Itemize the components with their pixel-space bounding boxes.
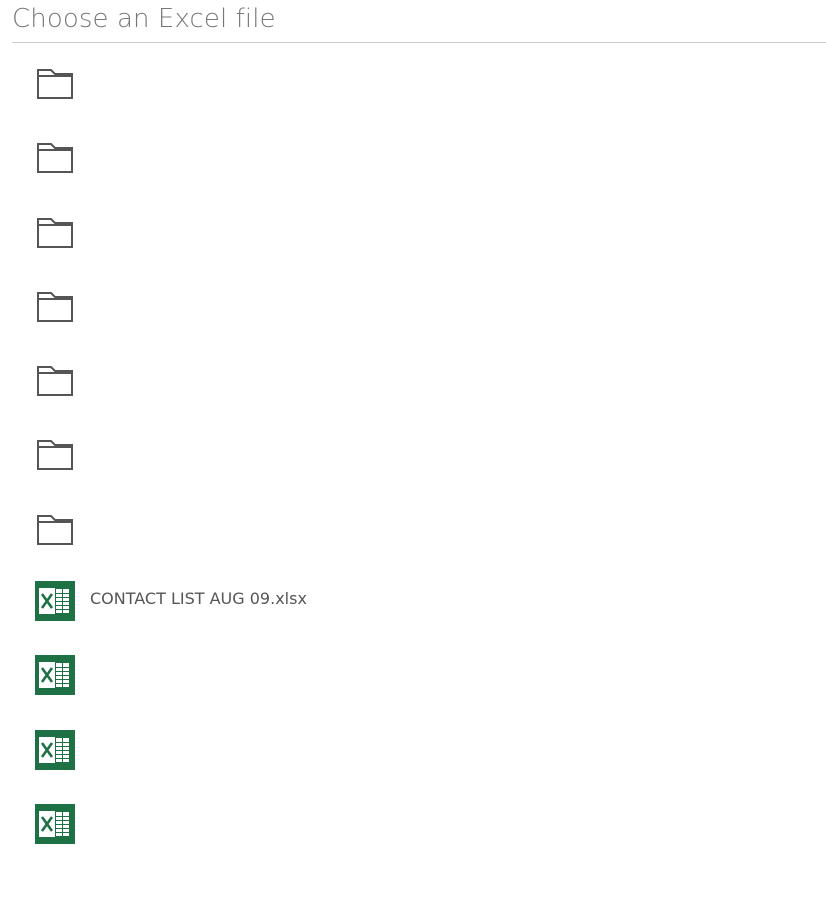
folder-icon	[34, 285, 76, 327]
excel-file-icon	[34, 654, 76, 696]
excel-file-icon	[34, 729, 76, 771]
file-list: CONTACT LIST AUG 09.xlsx	[0, 44, 826, 861]
folder-item[interactable]	[0, 118, 826, 192]
folder-item[interactable]	[0, 341, 826, 415]
folder-icon	[34, 136, 76, 178]
folder-item[interactable]	[0, 490, 826, 564]
folder-item[interactable]	[0, 44, 826, 118]
excel-file-icon	[34, 803, 76, 845]
folder-icon	[34, 508, 76, 550]
title-divider	[12, 42, 826, 43]
file-name: CONTACT LIST AUG 09.xlsx	[90, 589, 307, 609]
excel-file-item[interactable]: CONTACT LIST AUG 09.xlsx	[0, 564, 826, 638]
folder-icon	[34, 211, 76, 253]
excel-file-icon	[34, 580, 76, 622]
folder-icon	[34, 359, 76, 401]
folder-item[interactable]	[0, 267, 826, 341]
folder-icon	[34, 433, 76, 475]
excel-file-item[interactable]	[0, 787, 826, 861]
dialog-title: Choose an Excel file	[12, 4, 276, 34]
folder-item[interactable]	[0, 415, 826, 489]
folder-item[interactable]	[0, 193, 826, 267]
folder-icon	[34, 62, 76, 104]
excel-file-item[interactable]	[0, 638, 826, 712]
excel-file-item[interactable]	[0, 713, 826, 787]
